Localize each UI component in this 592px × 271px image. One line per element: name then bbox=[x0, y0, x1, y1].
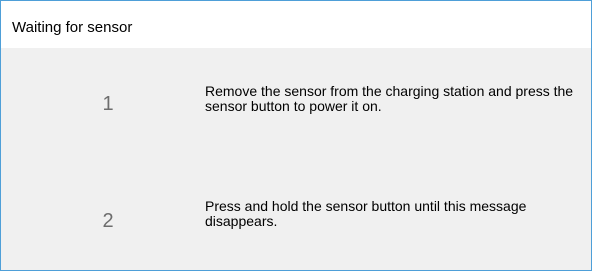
dialog-title: Waiting for sensor bbox=[12, 19, 133, 36]
step-1-number: 1 bbox=[102, 93, 114, 115]
dialog-title-bar: Waiting for sensor bbox=[1, 1, 591, 48]
waiting-for-sensor-dialog: Waiting for sensor 1 Remove the sensor f… bbox=[0, 0, 592, 271]
dialog-content: 1 Remove the sensor from the charging st… bbox=[1, 48, 591, 270]
step-2-instruction: Press and hold the sensor button until t… bbox=[205, 198, 527, 229]
step-2-number: 2 bbox=[102, 210, 114, 232]
step-1-instruction: Remove the sensor from the charging stat… bbox=[205, 83, 574, 114]
